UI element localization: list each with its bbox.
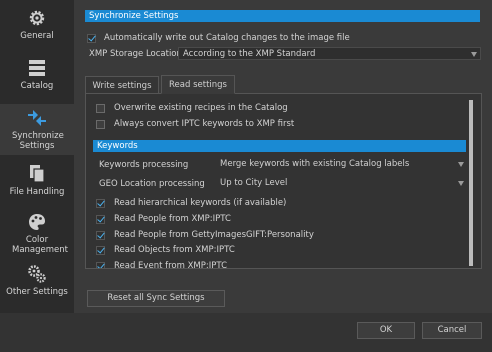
- cancel-button[interactable]: Cancel: [422, 322, 482, 339]
- chevron-down-icon: [458, 162, 464, 167]
- read-people-getty-checkbox[interactable]: [96, 231, 105, 240]
- sidebar-item-general[interactable]: General: [0, 8, 74, 41]
- section-title: Synchronize Settings: [85, 10, 480, 22]
- tab-read-settings[interactable]: Read settings: [161, 75, 235, 94]
- palette-icon: [29, 214, 45, 230]
- tab-label: Read settings: [169, 80, 227, 90]
- gears-icon: [28, 265, 46, 283]
- keywords-processing-label: Keywords processing: [99, 160, 189, 170]
- ok-button[interactable]: OK: [357, 322, 415, 339]
- sidebar-item-color-management[interactable]: Color Management: [0, 212, 74, 255]
- read-settings-panel: Overwrite existing recipes in the Catalo…: [85, 93, 482, 269]
- sidebar-item-label: Other Settings: [6, 287, 68, 297]
- keywords-processing-value: Merge keywords with existing Catalog lab…: [220, 159, 410, 169]
- read-hierarchical-label: Read hierarchical keywords (if available…: [114, 198, 287, 208]
- panel-scrollbar[interactable]: [469, 100, 473, 266]
- sidebar-item-file-handling[interactable]: File Handling: [0, 164, 74, 197]
- files-icon: [30, 165, 45, 183]
- geo-location-select[interactable]: Up to City Level: [220, 177, 464, 190]
- sidebar: General Catalog Synchronize Settings Fil…: [0, 0, 74, 352]
- read-hierarchical-checkbox[interactable]: [96, 199, 105, 208]
- read-people-xmp-checkbox[interactable]: [96, 215, 105, 224]
- chevron-down-icon: [458, 181, 464, 186]
- tab-label: Write settings: [92, 81, 152, 91]
- convert-iptc-checkbox[interactable]: [96, 120, 105, 129]
- xmp-storage-select[interactable]: According to the XMP Standard: [178, 47, 481, 60]
- read-people-getty-label: Read People from GettyImagesGIFT:Persona…: [114, 230, 314, 240]
- sidebar-item-label: File Handling: [9, 187, 65, 197]
- overwrite-recipes-label: Overwrite existing recipes in the Catalo…: [114, 103, 288, 113]
- chevron-down-icon: [471, 52, 477, 57]
- geo-location-value: Up to City Level: [220, 178, 288, 188]
- catalog-icon: [29, 60, 45, 76]
- keywords-processing-select[interactable]: Merge keywords with existing Catalog lab…: [220, 158, 464, 171]
- read-objects-label: Read Objects from XMP:IPTC: [114, 245, 235, 255]
- sidebar-item-other-settings[interactable]: Other Settings: [0, 264, 74, 297]
- read-event-checkbox[interactable]: [96, 262, 105, 268]
- reset-sync-settings-button[interactable]: Reset all Sync Settings: [87, 290, 225, 307]
- overwrite-recipes-checkbox[interactable]: [96, 104, 105, 113]
- sidebar-item-label: Synchronize Settings: [12, 131, 64, 151]
- geo-location-label: GEO Location processing: [99, 179, 205, 189]
- sidebar-item-catalog[interactable]: Catalog: [0, 58, 74, 91]
- main-panel: Synchronize Settings Automatically write…: [74, 0, 492, 352]
- convert-iptc-label: Always convert IPTC keywords to XMP firs…: [114, 119, 295, 129]
- sidebar-item-synchronize[interactable]: Synchronize Settings: [0, 104, 74, 155]
- read-objects-checkbox[interactable]: [96, 246, 105, 255]
- read-event-label: Read Event from XMP:IPTC: [114, 261, 228, 269]
- dialog-footer: OK Cancel: [0, 313, 492, 352]
- tab-write-settings[interactable]: Write settings: [85, 76, 159, 94]
- xmp-storage-value: According to the XMP Standard: [183, 49, 316, 59]
- keywords-section-title: Keywords: [93, 140, 466, 152]
- auto-write-label: Automatically write out Catalog changes …: [104, 33, 350, 43]
- sidebar-item-label: Color Management: [12, 235, 68, 255]
- read-people-xmp-label: Read People from XMP:IPTC: [114, 214, 231, 224]
- sync-icon: [28, 110, 46, 126]
- scrollbar-thumb[interactable]: [469, 100, 473, 266]
- xmp-storage-label: XMP Storage Location: [89, 49, 182, 59]
- sidebar-item-label: Catalog: [20, 81, 54, 91]
- auto-write-checkbox[interactable]: [87, 34, 96, 43]
- gear-icon: [29, 10, 45, 26]
- sidebar-item-label: General: [20, 31, 54, 41]
